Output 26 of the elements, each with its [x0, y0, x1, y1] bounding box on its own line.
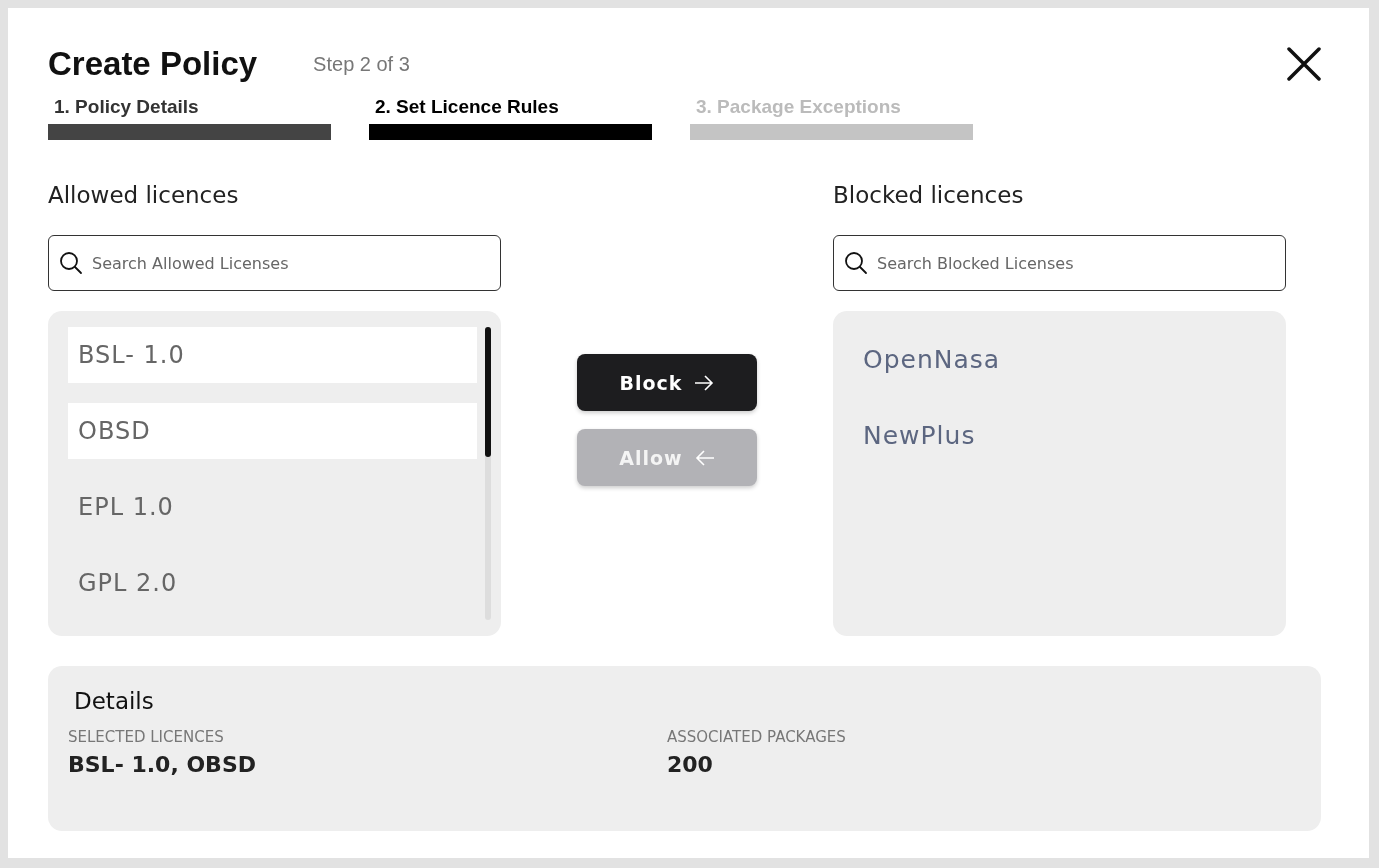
licence-item[interactable]: BSL- 1.0 [68, 327, 477, 383]
arrow-right-icon [694, 374, 715, 391]
close-icon[interactable] [1287, 47, 1321, 81]
step-counter: Step 2 of 3 [313, 52, 410, 76]
field-label: ASSOCIATED PACKAGES [667, 728, 847, 746]
step-tab[interactable]: 1. Policy Details [48, 96, 331, 124]
transfer-button[interactable]: Block [577, 354, 757, 411]
field-label: SELECTED LICENCES [68, 728, 225, 746]
dialog-title: Create Policy [48, 45, 258, 83]
step-tab[interactable]: 2. Set Licence Rules [369, 96, 652, 124]
section-heading: Blocked licences [833, 182, 1025, 210]
search-icon [844, 251, 868, 275]
licence-item[interactable]: NewPlus [863, 407, 1256, 463]
search-icon [59, 251, 83, 275]
licence-item[interactable]: OpenNasa [863, 331, 1256, 387]
details-heading: Details [74, 688, 155, 714]
section-heading: Allowed licences [48, 182, 240, 210]
arrow-left-icon [694, 449, 715, 466]
search-field[interactable]: Search Blocked Licenses [833, 235, 1286, 291]
licence-item[interactable]: OBSD [68, 403, 477, 459]
field-value: 200 [667, 752, 714, 777]
licence-item[interactable]: GPL 2.0 [68, 555, 477, 611]
scrollbar-thumb[interactable] [485, 327, 491, 457]
licence-item[interactable]: EPL 1.0 [68, 479, 477, 535]
field-value: BSL- 1.0, OBSD [68, 752, 257, 777]
search-field[interactable]: Search Allowed Licenses [48, 235, 501, 291]
